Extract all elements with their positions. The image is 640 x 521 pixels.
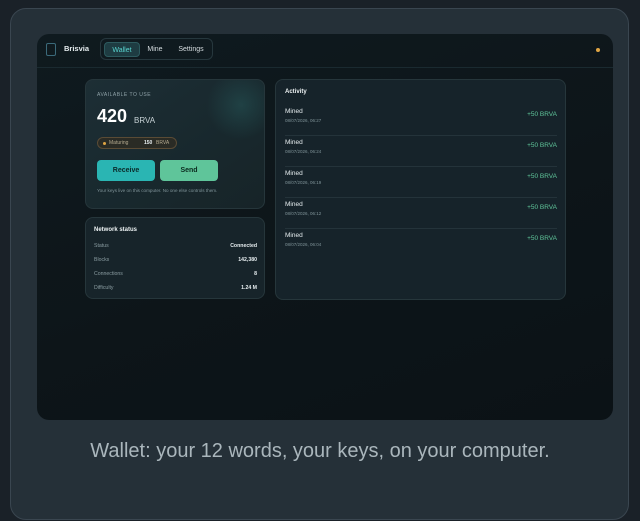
network-status-title: Network status [94, 227, 138, 233]
network-value: Connected [230, 243, 257, 249]
activity-card: Activity Mined 08/07/2026, 06:27 +50 BRV… [275, 79, 566, 300]
network-label: Status [94, 243, 109, 249]
activity-item[interactable]: Mined 08/07/2026, 06:24 +50 BRVA [285, 136, 557, 167]
activity-time: 08/07/2026, 06:04 [285, 242, 322, 247]
send-button[interactable]: Send [160, 160, 218, 181]
maturing-unit: BRVA [156, 140, 170, 146]
activity-item[interactable]: Mined 08/07/2026, 06:19 +50 BRVA [285, 167, 557, 198]
brand-name: Brisvia [64, 44, 90, 53]
activity-amount: +50 BRVA [527, 142, 557, 149]
activity-time: 08/07/2026, 06:27 [285, 118, 322, 123]
activity-amount: +50 BRVA [527, 235, 557, 242]
activity-type: Mined [285, 232, 303, 239]
activity-type: Mined [285, 139, 303, 146]
network-value: 1.24 M [241, 285, 257, 291]
top-bar: Brisvia Wallet Mine Settings [37, 34, 613, 68]
activity-time: 08/07/2026, 06:24 [285, 149, 322, 154]
caption: Wallet: your 12 words, your keys, on you… [90, 440, 550, 462]
activity-amount: +50 BRVA [527, 173, 557, 180]
activity-item[interactable]: Mined 08/07/2026, 06:04 +50 BRVA [285, 229, 557, 260]
tab-settings[interactable]: Settings [171, 42, 211, 57]
activity-time: 08/07/2026, 06:19 [285, 180, 322, 185]
activity-time: 08/07/2026, 06:12 [285, 211, 322, 216]
main-nav: Wallet Mine Settings [100, 38, 213, 60]
activity-amount: +50 BRVA [527, 111, 557, 118]
keys-note: Your keys live on this computer. No one … [97, 188, 218, 193]
maturing-label: Maturing [109, 140, 129, 146]
connection-status-dot [596, 48, 600, 52]
maturing-dot-icon [103, 142, 106, 145]
network-row-blocks: Blocks 142,380 [94, 257, 257, 267]
network-row-connections: Connections 8 [94, 271, 257, 281]
network-row-difficulty: Difficulty 1.24 M [94, 285, 257, 295]
activity-type: Mined [285, 108, 303, 115]
network-label: Difficulty [94, 285, 114, 291]
activity-item[interactable]: Mined 08/07/2026, 06:12 +50 BRVA [285, 198, 557, 229]
card-glow [206, 80, 264, 140]
network-value: 142,380 [238, 257, 257, 263]
activity-type: Mined [285, 201, 303, 208]
balance-amount: 420 [97, 106, 128, 126]
network-status-card: Network status Status Connected Blocks 1… [85, 217, 265, 299]
activity-item[interactable]: Mined 08/07/2026, 06:27 +50 BRVA [285, 105, 557, 136]
activity-title: Activity [285, 89, 307, 95]
network-value: 8 [254, 271, 257, 277]
network-label: Blocks [94, 257, 110, 263]
network-label: Connections [94, 271, 123, 277]
network-row-status: Status Connected [94, 243, 257, 253]
app-window: Brisvia Wallet Mine Settings AVAILABLE T… [37, 34, 613, 420]
available-label: AVAILABLE TO USE [97, 92, 152, 98]
tab-wallet[interactable]: Wallet [104, 42, 140, 57]
activity-type: Mined [285, 170, 303, 177]
maturing-badge: Maturing 150 BRVA [97, 137, 177, 149]
receive-button[interactable]: Receive [97, 160, 155, 181]
sidebar-toggle-icon[interactable] [46, 43, 56, 56]
balance-card: AVAILABLE TO USE 420 BRVA Maturing 150 B… [85, 79, 265, 209]
tab-mine[interactable]: Mine [142, 42, 168, 57]
balance-unit: BRVA [134, 116, 156, 125]
activity-amount: +50 BRVA [527, 204, 557, 211]
maturing-amount: 150 [144, 140, 153, 146]
